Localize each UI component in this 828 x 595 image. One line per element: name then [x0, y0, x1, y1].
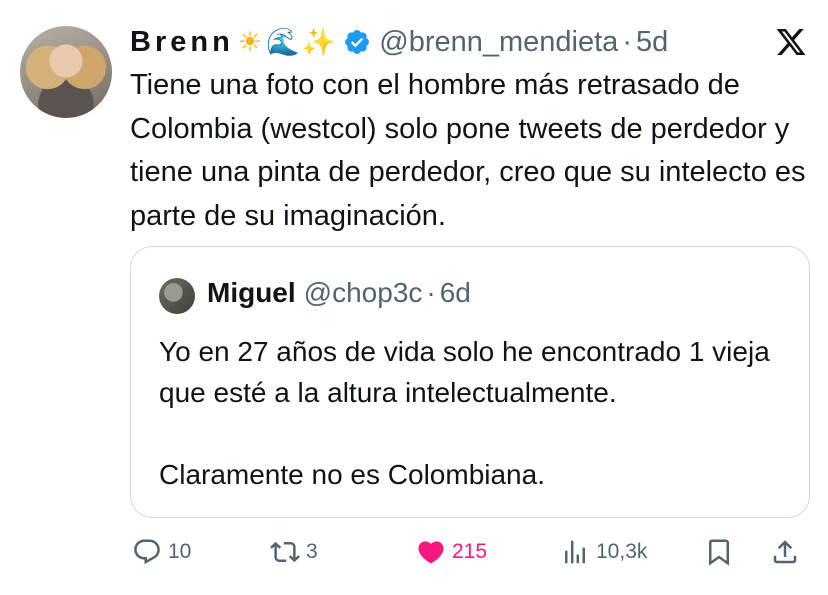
quoted-tweet-text: Yo en 27 años de vida solo he encontrado…: [159, 331, 799, 495]
sun-emoji: ☀: [237, 26, 263, 58]
retweet-button[interactable]: 3: [270, 532, 318, 572]
share-icon: [773, 540, 797, 564]
author-display-name[interactable]: Brenn: [130, 26, 234, 59]
tweet-timestamp[interactable]: 5d: [636, 26, 668, 59]
tweet-header: Brenn ☀ 🌊 ✨ @brenn_mendieta · 5d: [130, 22, 668, 62]
quoted-header-separator: ·: [426, 277, 436, 308]
quoted-tweet-header: Miguel @chop3c · 6d: [207, 277, 471, 309]
heart-icon: [418, 541, 444, 564]
quoted-paragraph: Claramente no es Colombiana.: [159, 459, 545, 490]
quoted-author-handle: @chop3c: [303, 277, 423, 308]
author-handle[interactable]: @brenn_mendieta: [379, 26, 618, 59]
quoted-paragraph: Yo en 27 años de vida solo he encontrado…: [159, 336, 770, 408]
tweet-text: Tiene una foto con el hombre más retrasa…: [130, 69, 806, 232]
reply-button[interactable]: 10: [132, 532, 191, 572]
quoted-tweet-timestamp: 6d: [439, 277, 471, 308]
verified-badge-icon: [343, 28, 371, 56]
retweet-icon: [270, 541, 300, 563]
retweet-count: 3: [306, 540, 318, 563]
like-count: 215: [452, 540, 488, 563]
views-chart-icon: [565, 540, 585, 564]
author-avatar[interactable]: [20, 26, 112, 118]
reply-icon: [134, 539, 160, 565]
header-separator: ·: [622, 25, 632, 58]
tweet-actions-bar: 10 3 215 10,3k: [130, 532, 810, 572]
x-logo-icon[interactable]: [774, 26, 808, 58]
bookmark-button[interactable]: [704, 532, 734, 572]
quoted-author-avatar: [159, 278, 195, 314]
sparkles-emoji: ✨: [301, 27, 336, 58]
share-button[interactable]: [770, 532, 800, 572]
bookmark-icon: [709, 539, 729, 566]
quoted-tweet-card[interactable]: Miguel @chop3c · 6d Yo en 27 años de vid…: [130, 246, 810, 518]
wave-emoji: 🌊: [266, 27, 300, 58]
views-count: 10,3k: [596, 540, 648, 563]
like-button[interactable]: 215: [416, 532, 487, 572]
reply-count: 10: [168, 540, 192, 563]
views-button[interactable]: 10,3k: [560, 532, 647, 572]
quoted-author-name: Miguel: [207, 277, 296, 308]
